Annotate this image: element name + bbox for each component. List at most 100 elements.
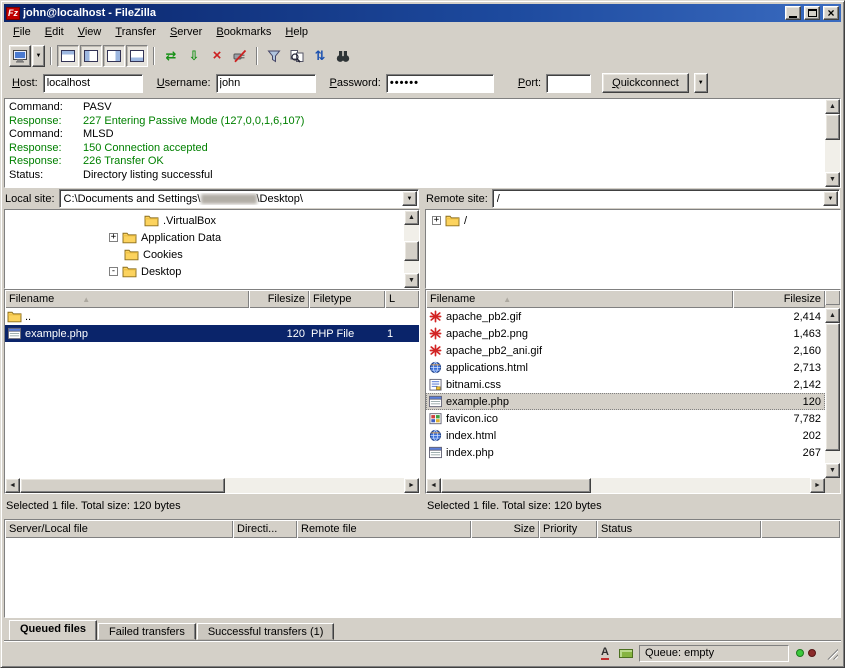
scroll-thumb[interactable] (441, 478, 591, 493)
tree-item[interactable]: .VirtualBox (5, 212, 404, 229)
folder-icon (144, 214, 159, 227)
tab-successful-transfers[interactable]: Successful transfers (1) (197, 623, 335, 640)
resize-grip[interactable] (825, 647, 838, 660)
synchronized-browsing-button[interactable]: ⇅ (309, 45, 331, 67)
process-queue-button[interactable]: ⇩ (183, 45, 205, 67)
username-label: Username: (157, 77, 211, 89)
scroll-up-icon[interactable]: ▲ (825, 99, 840, 114)
tree-expander-plus-icon[interactable]: + (432, 216, 441, 225)
column-header-status[interactable]: Status (597, 520, 761, 538)
scroll-down-icon[interactable]: ▼ (825, 463, 840, 478)
scroll-right-icon[interactable]: ► (810, 478, 825, 493)
tree-item[interactable]: +/ (426, 212, 840, 229)
toggle-message-log-button[interactable] (57, 45, 79, 67)
toggle-remote-tree-button[interactable] (103, 45, 125, 67)
table-row-selected[interactable]: example.php 120 PHP File 1 (5, 325, 419, 342)
table-row[interactable]: apache_pb2.png1,463 (426, 325, 825, 342)
column-header-last-modified[interactable]: L (385, 290, 419, 308)
disconnect-button[interactable] (229, 45, 251, 67)
scroll-right-icon[interactable]: ► (404, 478, 419, 493)
tab-queued-files[interactable]: Queued files (9, 620, 97, 640)
scroll-down-icon[interactable]: ▼ (404, 273, 419, 288)
scroll-down-icon[interactable]: ▼ (825, 172, 840, 187)
compare-directories-button[interactable] (286, 45, 308, 67)
scroll-left-icon[interactable]: ◄ (5, 478, 20, 493)
username-input[interactable] (216, 74, 316, 93)
tab-failed-transfers[interactable]: Failed transfers (98, 623, 196, 640)
column-header-filename[interactable]: Filename▲ (426, 290, 733, 308)
local-tree-vertical-scrollbar[interactable]: ▲ ▼ (404, 210, 419, 288)
filter-icon (266, 48, 282, 64)
menu-view[interactable]: View (71, 24, 109, 40)
sort-asc-icon: ▲ (503, 295, 511, 304)
local-horizontal-scrollbar[interactable]: ◄ ► (5, 478, 419, 493)
table-row[interactable]: index.php267 (426, 444, 825, 461)
tree-expander-plus-icon[interactable]: + (109, 233, 118, 242)
column-header-direction[interactable]: Directi... (233, 520, 297, 538)
filter-button[interactable] (263, 45, 285, 67)
maximize-button[interactable] (804, 6, 820, 20)
tree-item[interactable]: Cookies (5, 246, 404, 263)
column-header-filesize[interactable]: Filesize (249, 290, 309, 308)
remote-vertical-scrollbar[interactable]: ▲ ▼ (825, 308, 840, 478)
table-row[interactable]: apache_pb2_ani.gif2,160 (426, 342, 825, 359)
table-row[interactable]: index.html202 (426, 427, 825, 444)
local-tree-icon (83, 48, 99, 64)
refresh-button[interactable]: ⇄ (160, 45, 182, 67)
port-input[interactable] (546, 74, 591, 93)
log-vertical-scrollbar[interactable]: ▲ ▼ (825, 99, 840, 187)
host-input[interactable] (43, 74, 143, 93)
local-site-dropdown-button[interactable]: ▼ (402, 191, 417, 206)
menu-server[interactable]: Server (163, 24, 209, 40)
menu-transfer[interactable]: Transfer (108, 24, 163, 40)
scroll-left-icon[interactable]: ◄ (426, 478, 441, 493)
transfer-type-indicator-icon[interactable]: A (597, 646, 613, 661)
table-row[interactable]: .. (5, 308, 419, 325)
remote-site-dropdown-button[interactable]: ▼ (823, 191, 838, 206)
toggle-transfer-queue-button[interactable] (126, 45, 148, 67)
site-manager-button[interactable] (9, 45, 31, 67)
column-header-priority[interactable]: Priority (539, 520, 597, 538)
table-row[interactable]: bitnami.css2,142 (426, 376, 825, 393)
scroll-thumb[interactable] (825, 114, 840, 140)
column-header-server-local-file[interactable]: Server/Local file (5, 520, 233, 538)
site-manager-dropdown-button[interactable]: ▼ (32, 45, 45, 67)
cancel-button[interactable]: × (206, 45, 228, 67)
password-input[interactable] (386, 74, 494, 93)
remote-site-combobox[interactable]: / ▼ (492, 189, 840, 208)
scroll-thumb[interactable] (825, 323, 840, 451)
tree-expander-minus-icon[interactable]: - (109, 267, 118, 276)
column-header-filename[interactable]: Filename▲ (5, 290, 249, 308)
tree-item[interactable]: +Application Data (5, 229, 404, 246)
table-row[interactable]: apache_pb2.gif2,414 (426, 308, 825, 325)
speedlimit-indicator-icon[interactable] (618, 646, 634, 661)
minimize-button[interactable] (785, 6, 801, 20)
column-header-size[interactable]: Size (471, 520, 539, 538)
toggle-local-tree-button[interactable] (80, 45, 102, 67)
quickconnect-dropdown-button[interactable]: ▼ (694, 73, 708, 93)
local-site-combobox[interactable]: C:\Documents and Settings\\Desktop\ ▼ (59, 189, 419, 208)
table-row[interactable]: applications.html2,713 (426, 359, 825, 376)
scroll-up-icon[interactable]: ▲ (404, 210, 419, 225)
menu-help[interactable]: Help (278, 24, 315, 40)
column-header-filetype[interactable]: Filetype (309, 290, 385, 308)
titlebar[interactable]: Fz john@localhost - FileZilla × (4, 4, 841, 22)
column-header-remote-file[interactable]: Remote file (297, 520, 471, 538)
queue-body[interactable] (5, 538, 840, 617)
menu-bookmarks[interactable]: Bookmarks (209, 24, 278, 40)
scroll-up-icon[interactable]: ▲ (825, 308, 840, 323)
scroll-thumb[interactable] (20, 478, 225, 493)
menu-file[interactable]: File (6, 24, 38, 40)
quickconnect-button[interactable]: Quickconnect (602, 73, 689, 93)
close-button[interactable]: × (823, 6, 839, 20)
remote-horizontal-scrollbar[interactable]: ◄ ► (426, 478, 840, 493)
scroll-thumb[interactable] (404, 241, 419, 261)
tree-item[interactable]: -Desktop (5, 263, 404, 280)
table-row-selected[interactable]: example.php120 (426, 393, 825, 410)
image-file-icon (428, 310, 443, 323)
find-files-button[interactable] (332, 45, 354, 67)
local-site-row: Local site: C:\Documents and Settings\\D… (4, 188, 420, 209)
column-header-filesize[interactable]: Filesize (733, 290, 825, 308)
menu-edit[interactable]: Edit (38, 24, 71, 40)
table-row[interactable]: favicon.ico7,782 (426, 410, 825, 427)
